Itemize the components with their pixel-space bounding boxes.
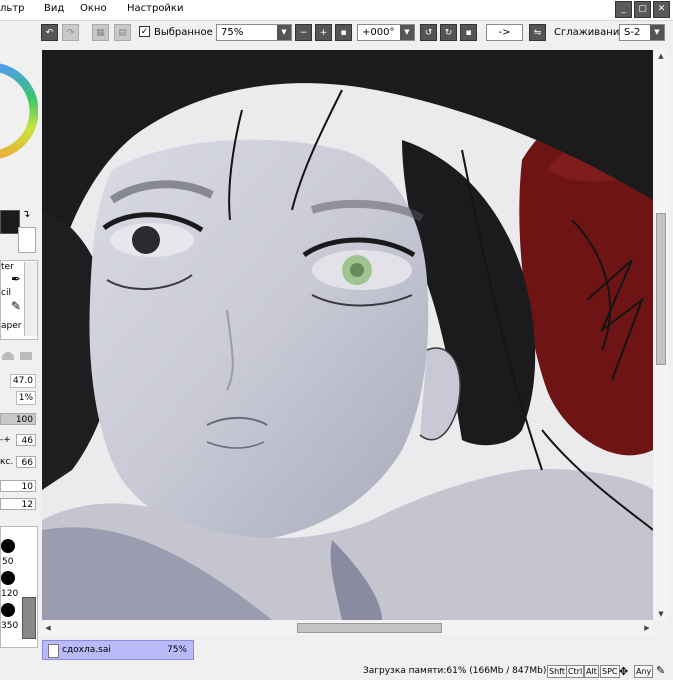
density-slider[interactable]: 100	[0, 413, 36, 425]
extra-slider[interactable]: 12	[0, 498, 36, 510]
zoom-out-icon[interactable]: −	[295, 24, 312, 41]
status-bar: Загрузка памяти:61% (166Mb / 847Mb) Shft…	[0, 661, 673, 680]
move-icon: ✥	[619, 665, 629, 678]
color-wheel[interactable]	[0, 41, 38, 181]
flip-button[interactable]: ->	[486, 24, 523, 41]
brush-size-dot[interactable]	[1, 539, 15, 553]
stabilizer-label: Сглаживание	[554, 27, 626, 38]
blend-prefix: -+	[0, 435, 11, 445]
pen-icon: ✎	[656, 664, 666, 677]
undo-icon[interactable]: ↶	[41, 24, 58, 41]
chevron-down-icon: ▼	[277, 25, 291, 40]
foreground-color[interactable]	[0, 210, 20, 234]
selection-label: Выбранное	[154, 27, 213, 38]
round-brush-icon[interactable]	[20, 352, 32, 360]
drawing-canvas[interactable]	[42, 50, 653, 620]
menu-bar: льтр Вид Окно Настройки _ ▢ ✕	[0, 0, 673, 21]
stabilizer-select[interactable]: S-2 ▼	[619, 24, 665, 41]
any-key-indicator: Any	[634, 665, 654, 678]
tool-label-pencil[interactable]: cil	[1, 288, 11, 298]
scroll-down-icon[interactable]: ▼	[654, 608, 668, 620]
rotation-reset-icon[interactable]: ▪	[460, 24, 477, 41]
persistence-slider[interactable]: 10	[0, 480, 36, 492]
chevron-down-icon: ▼	[400, 25, 414, 40]
horizontal-scrollbar[interactable]: ◀ ▶	[42, 621, 653, 635]
brush-size-label: 350	[1, 621, 19, 631]
tool-panel: ↴ ter ✒ cil ✎ aper 47.0 1% 100 -+ 46 кс.…	[0, 21, 38, 661]
horizontal-scroll-thumb[interactable]	[297, 623, 442, 633]
zoom-select[interactable]: 75% ▼	[216, 24, 292, 41]
min-size-value[interactable]: 1%	[15, 391, 36, 405]
menu-settings[interactable]: Настройки	[127, 3, 183, 14]
scroll-right-icon[interactable]: ▶	[641, 621, 653, 635]
minimize-button[interactable]: _	[615, 1, 632, 18]
brush-shape-icons[interactable]	[0, 352, 36, 364]
selection-checkbox[interactable]: ✓	[139, 26, 150, 37]
ctrl-key-indicator: Ctrl	[566, 665, 585, 678]
dilution-prefix: кс.	[0, 457, 14, 467]
memory-status: Загрузка памяти:61% (166Mb / 847Mb)	[363, 666, 547, 676]
file-tab[interactable]: сдохла.sai 75%	[42, 640, 194, 660]
space-key-indicator: SPC	[600, 665, 620, 678]
pencil-icon: ✎	[11, 299, 22, 313]
deselect-icon[interactable]: ▦	[92, 24, 109, 41]
scroll-left-icon[interactable]: ◀	[42, 621, 54, 635]
close-button[interactable]: ✕	[653, 1, 670, 18]
background-color[interactable]	[18, 227, 36, 253]
file-name: сдохла.sai	[62, 645, 111, 655]
tool-label-paper[interactable]: aper	[1, 321, 21, 331]
artwork-image	[42, 50, 653, 620]
toolbar: ↶ ↷ ▦ ▤ ✓ Выбранное 75% ▼ − + ▪ +000° ▼ …	[38, 21, 673, 45]
brush-size-value[interactable]: 47.0	[9, 374, 36, 388]
rotation-value: +000°	[362, 27, 395, 38]
rotate-right-icon[interactable]: ↻	[440, 24, 457, 41]
menu-filter[interactable]: льтр	[0, 3, 24, 14]
maximize-button[interactable]: ▢	[634, 1, 651, 18]
swap-colors-icon[interactable]: ↴	[22, 209, 30, 220]
tool-label-marker[interactable]: ter	[1, 262, 14, 272]
tool-list-scrollbar[interactable]	[24, 262, 37, 336]
dilution-slider[interactable]: 66	[16, 456, 36, 468]
zoom-in-icon[interactable]: +	[315, 24, 332, 41]
brush-size-label: 120	[1, 589, 19, 599]
brush-size-dot[interactable]	[1, 571, 15, 585]
zoom-value: 75%	[221, 27, 244, 38]
window-controls: _ ▢ ✕	[615, 1, 670, 18]
menu-view[interactable]: Вид	[44, 3, 64, 14]
file-zoom: 75%	[166, 645, 187, 655]
document-icon	[48, 644, 59, 658]
chevron-down-icon: ▼	[650, 25, 664, 40]
flat-brush-icon[interactable]	[2, 352, 14, 360]
stabilizer-value: S-2	[624, 27, 641, 38]
zoom-reset-icon[interactable]: ▪	[335, 24, 352, 41]
invert-selection-icon[interactable]: ▤	[114, 24, 131, 41]
brush-size-label: 50	[2, 557, 14, 567]
brush-size-dot[interactable]	[1, 603, 15, 617]
shift-key-indicator: Shft	[547, 665, 567, 678]
rotation-select[interactable]: +000° ▼	[357, 24, 415, 41]
vertical-scrollbar[interactable]: ▲ ▼	[654, 50, 668, 620]
rotate-left-icon[interactable]: ↺	[420, 24, 437, 41]
redo-icon[interactable]: ↷	[62, 24, 79, 41]
scroll-up-icon[interactable]: ▲	[654, 50, 668, 62]
menu-window[interactable]: Окно	[80, 3, 107, 14]
marker-icon: ✒	[11, 272, 22, 286]
brush-size-scrollbar[interactable]	[22, 597, 36, 639]
flip-horizontal-icon[interactable]: ⇋	[529, 24, 546, 41]
blend-slider[interactable]: 46	[16, 434, 36, 446]
alt-key-indicator: Alt	[584, 665, 599, 678]
vertical-scroll-thumb[interactable]	[656, 213, 666, 365]
